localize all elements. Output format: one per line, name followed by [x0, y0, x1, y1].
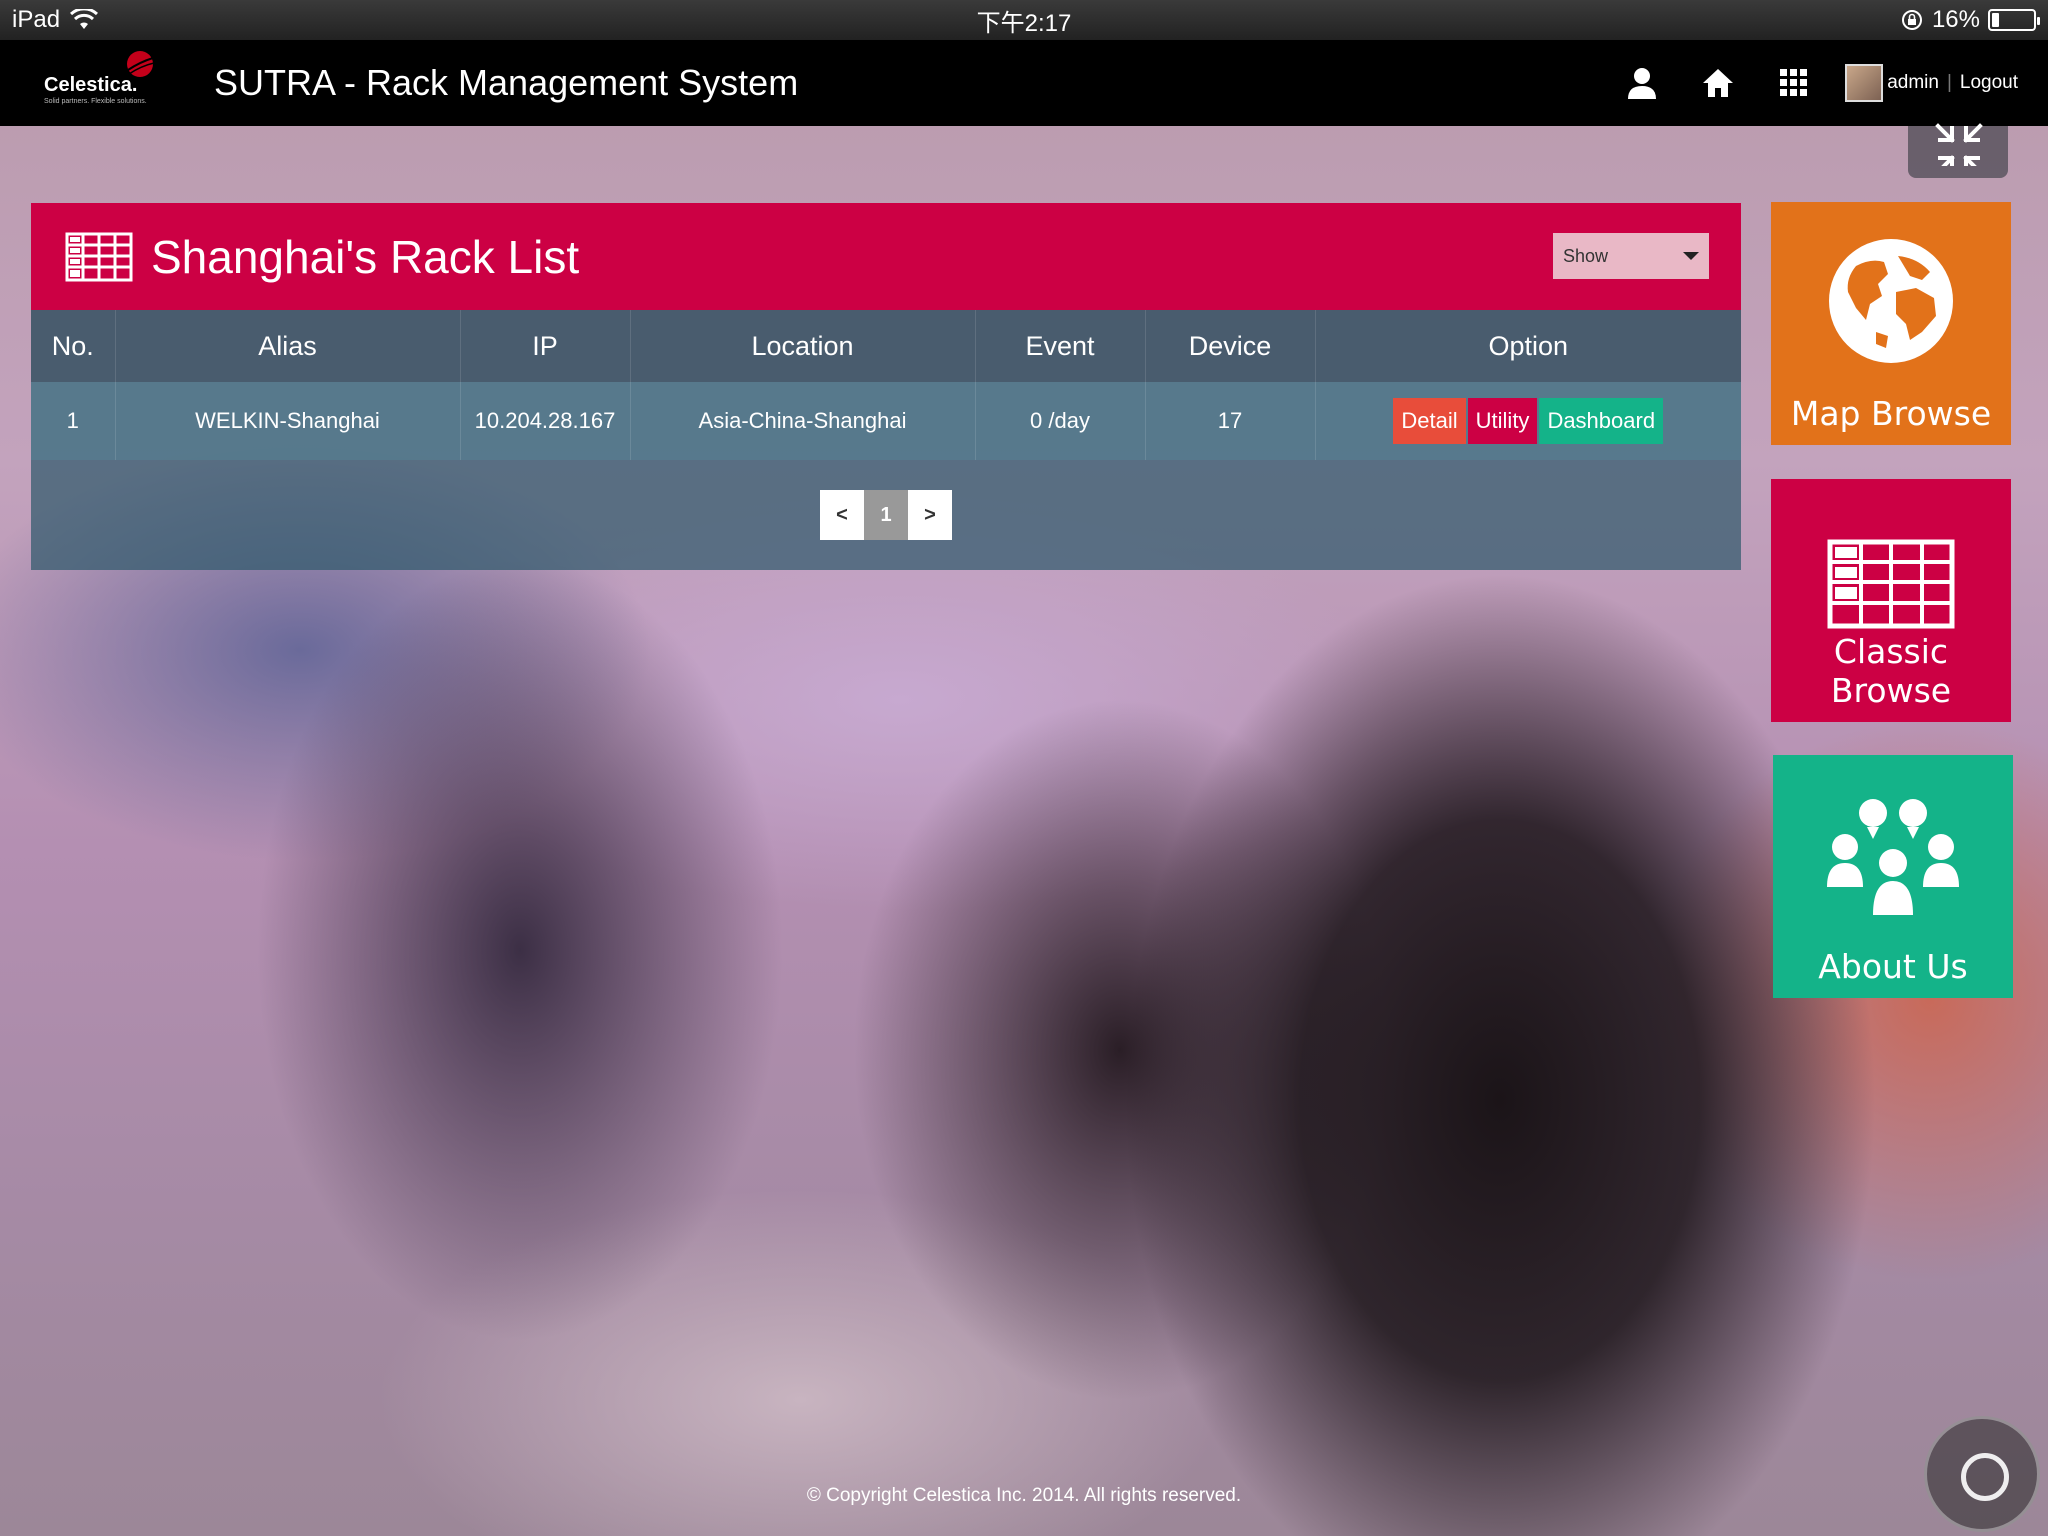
separator: |	[1946, 72, 1952, 93]
panel-body: No. Alias IP Location Event Device Optio…	[31, 310, 1741, 570]
battery-icon	[1988, 9, 2040, 31]
show-dropdown[interactable]: Show	[1553, 233, 1709, 279]
logout-link[interactable]: Logout	[1960, 72, 2018, 94]
prev-page-button[interactable]: <	[820, 490, 864, 540]
app-header: Celestica. Solid partners. Flexible solu…	[0, 40, 2048, 126]
rotation-lock-icon	[1901, 10, 1922, 30]
table-icon	[1827, 539, 1955, 629]
chevron-down-icon	[1683, 252, 1699, 260]
detail-button[interactable]: Detail	[1393, 398, 1466, 444]
column-header[interactable]: Device	[1145, 310, 1316, 382]
home-button[interactable]	[1695, 60, 1741, 106]
collapse-icon	[1935, 123, 1983, 166]
avatar[interactable]	[1845, 64, 1884, 102]
globe-icon	[1829, 239, 1953, 363]
assistive-touch-button[interactable]	[1924, 1416, 2040, 1532]
utility-button[interactable]: Utility	[1467, 398, 1538, 444]
status-time: 下午2:17	[976, 9, 1072, 37]
panel-header: Shanghai's Rack List Show	[31, 203, 1741, 310]
celestica-logo[interactable]: Celestica. Solid partners. Flexible solu…	[36, 40, 186, 126]
column-header[interactable]: No.	[31, 310, 116, 382]
dashboard-button[interactable]: Dashboard	[1539, 398, 1664, 444]
tile-label: Map Browse	[1790, 394, 1992, 433]
home-icon	[1703, 69, 1734, 97]
device-name: iPad	[12, 6, 61, 33]
rack-list-panel: Shanghai's Rack List Show No. Alias IP L…	[31, 203, 1741, 570]
user-icon	[1628, 68, 1657, 99]
circle-icon	[1961, 1453, 2009, 1501]
collapse-toggle[interactable]	[1908, 123, 2008, 178]
app-title: SUTRA - Rack Management System	[214, 62, 799, 103]
column-header[interactable]: Event	[975, 310, 1146, 382]
copyright-footer: © Copyright Celestica Inc. 2014. All rig…	[806, 1485, 1242, 1506]
page-1-button[interactable]: 1	[864, 490, 908, 540]
table-icon	[65, 232, 133, 281]
status-right: 16%	[1616, 6, 2040, 34]
grid-apps-icon	[1780, 69, 1808, 96]
ios-status-bar: iPad 下午2:17 16%	[0, 0, 2048, 40]
battery-percent: 16%	[1931, 6, 1980, 33]
user-button[interactable]	[1619, 60, 1665, 106]
people-icon	[1827, 799, 1959, 915]
user-name-link[interactable]: admin	[1887, 72, 1939, 94]
cell-alias: WELKIN-Shanghai	[115, 382, 461, 460]
rack-table: No. Alias IP Location Event Device Optio…	[31, 310, 1741, 460]
tile-label: Classic Browse	[1830, 632, 1952, 710]
map-browse-tile[interactable]: Map Browse	[1771, 202, 2011, 445]
table-header-row: No. Alias IP Location Event Device Optio…	[31, 310, 1741, 382]
next-page-button[interactable]: >	[908, 490, 952, 540]
cell-event: 0 /day	[975, 382, 1146, 460]
logo-tagline: Solid partners. Flexible solutions.	[44, 98, 147, 105]
apps-button[interactable]	[1771, 60, 1817, 106]
cell-location: Asia-China-Shanghai	[630, 382, 976, 460]
tile-label: About Us	[1818, 947, 1968, 986]
wifi-icon	[70, 9, 99, 29]
cell-options: Detail Utility Dashboard	[1315, 382, 1741, 460]
pagination: < 1 >	[31, 460, 1741, 570]
column-header[interactable]: IP	[460, 310, 631, 382]
logo-text: Celestica.	[44, 74, 138, 96]
column-header[interactable]: Alias	[115, 310, 461, 382]
cell-no: 1	[31, 382, 116, 460]
column-header: Option	[1315, 310, 1741, 382]
about-us-tile[interactable]: About Us	[1773, 755, 2013, 998]
show-dropdown-label: Show	[1563, 245, 1609, 266]
classic-browse-tile[interactable]: Classic Browse	[1771, 479, 2011, 722]
status-left: iPad	[12, 6, 432, 34]
panel-title: Shanghai's Rack List	[151, 230, 580, 283]
table-row: 1 WELKIN-Shanghai 10.204.28.167 Asia-Chi…	[31, 382, 1741, 460]
cell-device: 17	[1145, 382, 1316, 460]
column-header[interactable]: Location	[630, 310, 976, 382]
cell-ip: 10.204.28.167	[460, 382, 631, 460]
